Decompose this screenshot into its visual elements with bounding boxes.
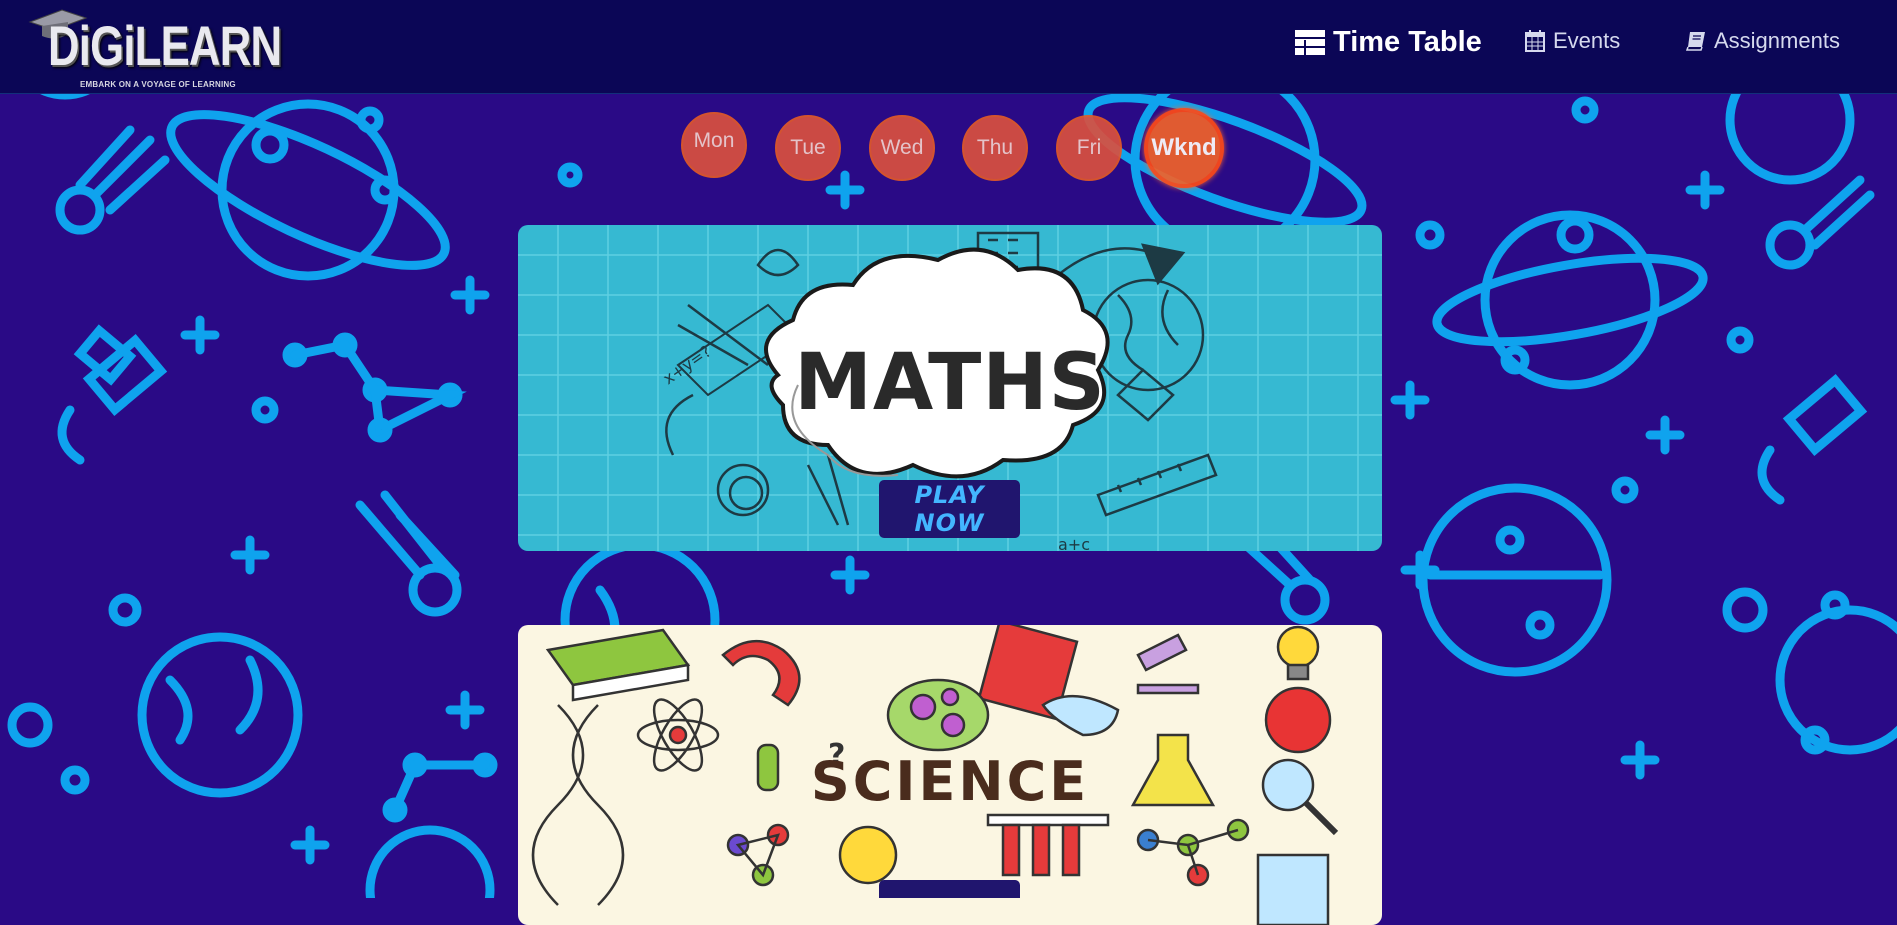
day-label: Wknd	[1151, 134, 1217, 161]
day-label: Mon	[693, 129, 735, 152]
maths-title: MATHS	[794, 338, 1106, 428]
day-button-tue[interactable]: Tue	[775, 115, 841, 181]
science-play-now-button[interactable]	[879, 880, 1020, 898]
day-label: Fri	[1076, 136, 1102, 159]
nav-events[interactable]: Events	[1525, 28, 1620, 54]
day-button-thu[interactable]: Thu	[962, 115, 1028, 181]
top-navbar: DiGiLEARN EMBARK ON A VOYAGE OF LEARNING…	[0, 0, 1897, 94]
maths-play-now-button[interactable]: PLAY NOW	[879, 480, 1020, 538]
svg-text:a+c: a+c	[1058, 535, 1090, 551]
nav-events-label: Events	[1553, 28, 1621, 53]
day-button-fri[interactable]: Fri	[1056, 115, 1122, 181]
brand-logo[interactable]: DiGiLEARN EMBARK ON A VOYAGE OF LEARNING	[12, 4, 282, 90]
nav-time-table-label: Time Table	[1333, 26, 1482, 58]
science-title: SCIENCE	[810, 750, 1090, 813]
nav-assignments-label: Assignments	[1714, 28, 1840, 53]
day-label: Wed	[880, 136, 924, 159]
day-button-wed[interactable]: Wed	[869, 115, 935, 181]
table-icon	[1295, 29, 1325, 55]
brand-name: DiGiLEARN	[48, 14, 282, 77]
book-icon	[1686, 32, 1705, 51]
day-button-mon[interactable]: Mon	[681, 112, 747, 178]
day-label: Tue	[790, 136, 826, 159]
brand-tagline: EMBARK ON A VOYAGE OF LEARNING	[80, 80, 236, 89]
day-button-wknd[interactable]: Wknd	[1144, 108, 1224, 188]
nav-time-table[interactable]: Time Table	[1295, 26, 1482, 59]
nav-assignments[interactable]: Assignments	[1686, 28, 1840, 54]
day-label: Thu	[976, 136, 1014, 159]
calendar-icon	[1525, 30, 1545, 52]
